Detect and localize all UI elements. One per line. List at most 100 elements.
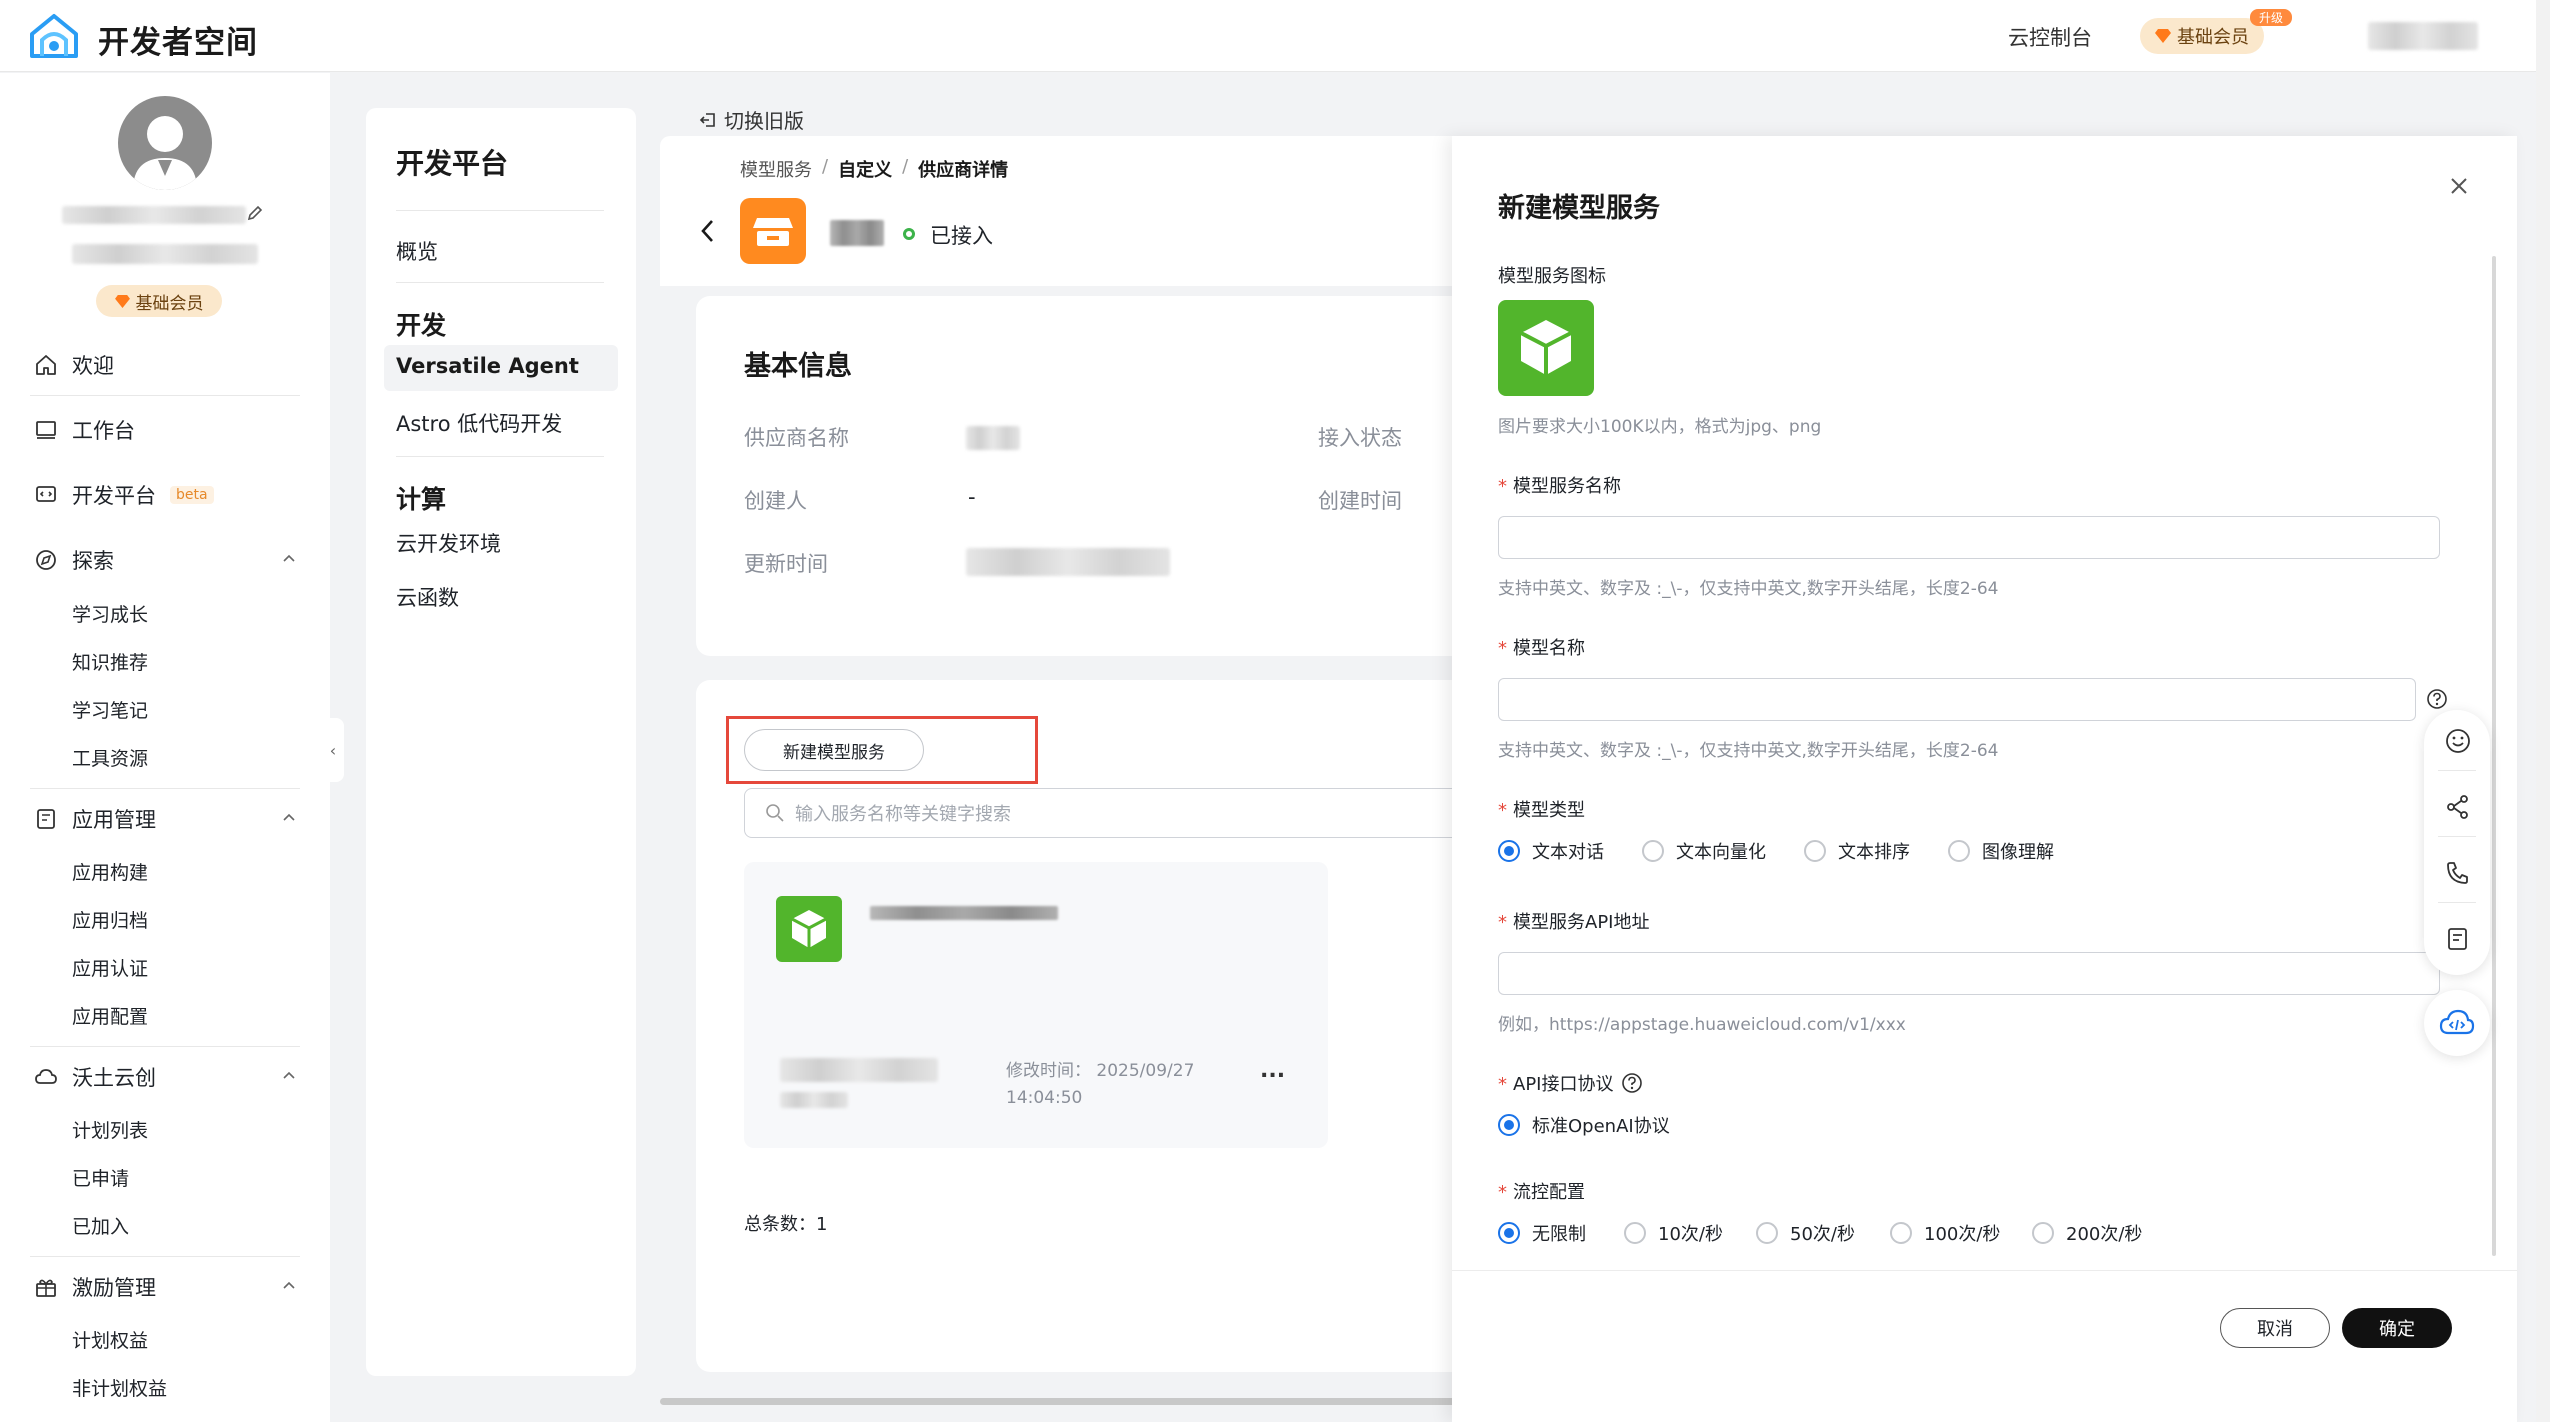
user-info-blurred[interactable] <box>2368 22 2478 50</box>
confirm-button[interactable]: 确定 <box>2342 1308 2452 1348</box>
required-mark: * <box>1498 638 1507 659</box>
radio-label: 50次/秒 <box>1790 1224 1855 1245</box>
service-icon-upload[interactable] <box>1498 300 1594 396</box>
chevron-up-icon[interactable] <box>282 551 296 565</box>
floating-toolbar <box>2424 710 2490 975</box>
model-name-input[interactable] <box>1498 678 2416 721</box>
page-scrollbar[interactable] <box>2536 0 2550 1422</box>
vip-badge-profile[interactable]: 基础会员 <box>96 285 222 317</box>
devpanel-item-astro[interactable]: Astro 低代码开发 <box>396 408 562 438</box>
sidebar-item-app-cert[interactable]: 应用认证 <box>72 954 148 981</box>
radio-model-type-embedding[interactable]: 文本向量化 <box>1642 838 1766 864</box>
chevron-up-icon[interactable] <box>282 1068 296 1082</box>
api-url-input[interactable] <box>1498 952 2440 995</box>
sidebar-group-wotu[interactable]: 沃土云创 <box>34 1062 156 1092</box>
model-service-card[interactable]: 修改时间： 2025/09/27 14:04:50 ... <box>744 862 1328 1148</box>
radio-model-type-chat[interactable]: 文本对话 <box>1498 838 1604 864</box>
vip-badge-top[interactable]: 基础会员 <box>2140 18 2264 54</box>
sidebar-group-explore[interactable]: 探索 <box>34 545 114 575</box>
sidebar-item-app-config[interactable]: 应用配置 <box>72 1002 148 1029</box>
share-icon[interactable] <box>2445 794 2471 820</box>
flow-control-label-text: 流控配置 <box>1513 1182 1585 1203</box>
radio-flow-100[interactable]: 100次/秒 <box>1890 1220 2000 1246</box>
divider <box>2438 902 2476 903</box>
switch-old-version[interactable]: 切换旧版 <box>698 105 804 134</box>
sidebar-item-tools[interactable]: 工具资源 <box>72 744 148 771</box>
devpanel-item-overview[interactable]: 概览 <box>396 236 438 266</box>
sidebar-item-knowledge[interactable]: 知识推荐 <box>72 648 148 675</box>
smile-icon[interactable] <box>2445 728 2471 754</box>
user-avatar-icon <box>133 116 197 190</box>
icon-field-label: 模型服务图标 <box>1498 266 1606 287</box>
close-icon[interactable] <box>2447 174 2471 198</box>
radio-flow-unlimited[interactable]: 无限制 <box>1498 1220 1586 1246</box>
service-name-input[interactable] <box>1498 516 2440 559</box>
sidebar-item-devplatform-label: 开发平台 <box>72 484 156 508</box>
sidebar-item-devplatform[interactable]: 开发平台 beta <box>34 480 214 510</box>
status-dot <box>903 228 915 240</box>
radio-dot <box>1498 1114 1520 1136</box>
sidebar-item-plan-list[interactable]: 计划列表 <box>72 1116 148 1143</box>
drawer-scrollbar[interactable] <box>2492 256 2496 1256</box>
sidebar-item-notes[interactable]: 学习笔记 <box>72 696 148 723</box>
breadcrumb-item-custom[interactable]: 自定义 <box>838 156 892 182</box>
page: { "app": {"brand": "开发者空间", "console": "… <box>0 0 2550 1422</box>
protocol-label-text: API接口协议 <box>1513 1074 1614 1095</box>
devpanel-item-versatile[interactable]: Versatile Agent <box>396 354 579 378</box>
new-model-service-button[interactable]: 新建模型服务 <box>744 729 924 771</box>
breadcrumb: 模型服务 / 自定义 / 供应商详情 <box>740 156 1008 182</box>
phone-icon[interactable] <box>2445 860 2471 886</box>
sidebar-collapse-button[interactable]: ‹ <box>322 718 344 782</box>
devpanel-title: 开发平台 <box>396 147 509 180</box>
divider <box>396 282 604 283</box>
sidebar-item-plan-rights[interactable]: 计划权益 <box>72 1326 148 1353</box>
provider-name-label: 供应商名称 <box>744 426 849 450</box>
radio-model-type-vision[interactable]: 图像理解 <box>1948 838 2054 864</box>
diamond-icon <box>114 294 130 308</box>
breadcrumb-item-model-service[interactable]: 模型服务 <box>740 156 812 182</box>
feedback-icon[interactable] <box>2445 926 2471 952</box>
api-url-label-text: 模型服务API地址 <box>1513 912 1650 933</box>
sidebar-item-learning[interactable]: 学习成长 <box>72 600 148 627</box>
divider <box>396 210 604 211</box>
radio-flow-200[interactable]: 200次/秒 <box>2032 1220 2142 1246</box>
sidebar-item-app-build[interactable]: 应用构建 <box>72 858 148 885</box>
service-icon <box>776 896 842 962</box>
devpanel-item-cloud-env[interactable]: 云开发环境 <box>396 528 501 558</box>
back-arrow-icon[interactable] <box>698 218 718 244</box>
radio-flow-10[interactable]: 10次/秒 <box>1624 1220 1723 1246</box>
brand-title[interactable]: 开发者空间 <box>98 17 258 62</box>
chevron-up-icon[interactable] <box>282 810 296 824</box>
help-icon[interactable] <box>2426 688 2448 710</box>
edit-icon[interactable] <box>246 204 264 222</box>
sidebar-group-incentive[interactable]: 激励管理 <box>34 1272 156 1302</box>
radio-model-type-rerank[interactable]: 文本排序 <box>1804 838 1910 864</box>
upgrade-tag[interactable]: 升级 <box>2250 9 2292 26</box>
sidebar-group-wotu-label: 沃土云创 <box>72 1066 156 1090</box>
sidebar-item-joined[interactable]: 已加入 <box>72 1212 129 1239</box>
cloud-code-icon <box>2439 1009 2475 1035</box>
devpanel-item-cloud-func[interactable]: 云函数 <box>396 582 459 612</box>
search-box[interactable]: 输入服务名称等关键字搜索 <box>744 788 1484 838</box>
service-name-blurred <box>870 906 1058 920</box>
sidebar-group-appmgmt[interactable]: 应用管理 <box>34 804 156 834</box>
floating-cloud-button[interactable] <box>2424 990 2490 1056</box>
sidebar-item-nonplan-rights[interactable]: 非计划权益 <box>72 1374 167 1401</box>
divider <box>2438 836 2476 837</box>
console-link[interactable]: 云控制台 <box>2008 22 2092 52</box>
avatar[interactable] <box>118 96 212 190</box>
sidebar-item-applied[interactable]: 已申请 <box>72 1164 129 1191</box>
divider <box>30 1256 300 1257</box>
breadcrumb-sep: / <box>822 156 829 177</box>
sidebar-item-workbench[interactable]: 工作台 <box>34 415 135 445</box>
vip-badge-label: 基础会员 <box>2177 27 2249 48</box>
radio-flow-50[interactable]: 50次/秒 <box>1756 1220 1855 1246</box>
provider-name-blurred <box>830 220 884 246</box>
radio-protocol-openai[interactable]: 标准OpenAI协议 <box>1498 1112 1670 1138</box>
sidebar-item-welcome[interactable]: 欢迎 <box>34 350 114 380</box>
cancel-button[interactable]: 取消 <box>2220 1308 2330 1348</box>
chevron-up-icon[interactable] <box>282 1278 296 1292</box>
help-icon[interactable] <box>1621 1072 1643 1094</box>
more-actions-button[interactable]: ... <box>1260 1058 1285 1083</box>
sidebar-item-app-archive[interactable]: 应用归档 <box>72 906 148 933</box>
